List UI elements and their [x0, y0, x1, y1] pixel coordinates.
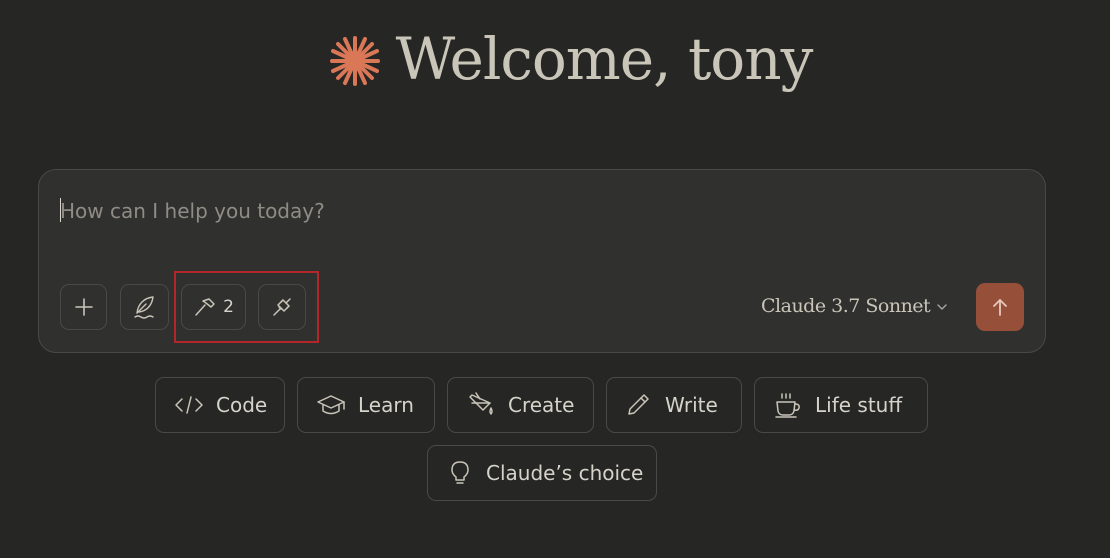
app-page: Welcome, tony How can I help you today? … — [0, 0, 1110, 558]
chip-label: Create — [508, 393, 575, 417]
add-content-button[interactable] — [60, 284, 107, 330]
greeting-title: Welcome, tony — [395, 25, 814, 93]
chip-label: Claude’s choice — [486, 461, 644, 485]
chip-label: Life stuff — [815, 393, 903, 417]
feather-icon — [133, 296, 154, 319]
lightbulb-icon — [451, 461, 469, 484]
greeting-row: Welcome, tony — [328, 30, 813, 88]
message-input[interactable] — [60, 197, 960, 225]
send-button[interactable] — [976, 283, 1024, 331]
paint-bucket-icon — [469, 392, 493, 415]
text-caret — [60, 198, 61, 222]
plus-icon — [74, 298, 93, 316]
suggestion-chip-learn[interactable]: Learn — [297, 377, 435, 433]
code-icon — [175, 396, 203, 414]
chat-composer: 2 Claude 3.7 Sonnet — [38, 169, 1046, 353]
suggestion-chip-code[interactable]: Code — [155, 377, 285, 433]
arrow-up-icon — [993, 299, 1007, 316]
suggestion-chip-write[interactable]: Write — [606, 377, 742, 433]
chip-label: Learn — [358, 393, 414, 417]
model-label: Claude 3.7 Sonnet — [761, 295, 931, 317]
model-selector[interactable]: Claude 3.7 Sonnet — [761, 295, 948, 317]
chip-label: Write — [665, 393, 718, 417]
claude-spark-icon — [329, 36, 380, 86]
coffee-cup-icon — [775, 393, 800, 418]
chevron-down-icon — [937, 304, 947, 310]
pencil-icon — [628, 394, 649, 415]
writing-style-button[interactable] — [120, 284, 169, 330]
chip-label: Code — [216, 393, 268, 417]
suggestion-chip-life-stuff[interactable]: Life stuff — [754, 377, 928, 433]
suggestion-chip-create[interactable]: Create — [447, 377, 594, 433]
suggestion-chip-claudes-choice[interactable]: Claude’s choice — [427, 445, 657, 501]
graduation-cap-icon — [317, 395, 345, 415]
annotation-highlight-box — [174, 271, 319, 343]
greeting: Welcome, tony — [0, 30, 1110, 88]
